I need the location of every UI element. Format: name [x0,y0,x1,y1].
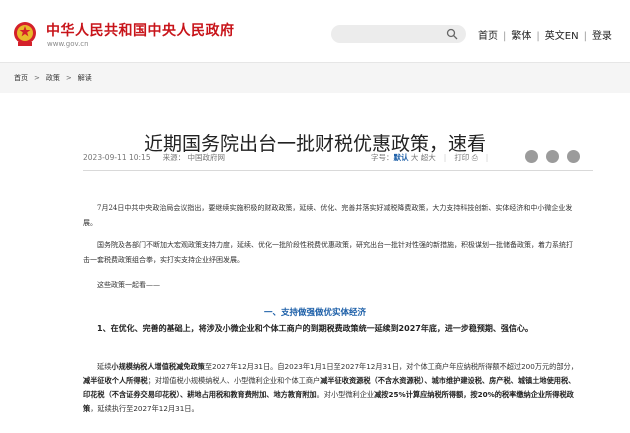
nav-login[interactable]: 登录 [592,31,612,42]
breadcrumb-home[interactable]: 首页 [14,74,28,82]
intro-paragraph-2: 国务院及各部门不断加大宏观政策支持力度，延续、优化一批阶段性税费优惠政策，研究出… [83,241,573,264]
font-size-label: 字号： [371,153,394,162]
print-icon[interactable]: ⎙ [472,153,478,162]
tools-divider: | [443,153,447,162]
nav-traditional[interactable]: 繁体 [511,31,531,42]
print-button[interactable]: 打印 [454,153,469,162]
section-heading: 一、支持做强做优实体经济 [263,308,366,318]
breadcrumb-interpretation[interactable]: 解读 [78,74,92,82]
body-text: 延续 [97,362,112,371]
site-header: 中华人民共和国中央人民政府 www.gov.cn 首页 | 繁体 | 英文EN | 登录 [0,0,630,62]
font-size-xlarge[interactable]: 超大 [421,153,436,162]
body-text: ，延续执行至2027年12月31日。 [90,404,199,413]
search-input[interactable] [331,25,466,43]
intro-paragraph-1: 7月24日中共中央政治局会议指出，要继续实施积极的财政政策，延续、优化、完善并落… [83,204,573,227]
nav-separator: | [583,31,587,42]
chevron-right-icon: > [65,74,72,82]
breadcrumb-bar: 首页 > 政策 > 解读 [0,62,630,93]
policy-body: 延续小规模纳税人增值税减免政策至2027年12月31日。自2023年1月1日至2… [83,360,578,416]
weibo-share-icon[interactable] [525,150,538,163]
font-size-default[interactable]: 默认 [394,153,409,162]
policy-subheading: 1、在优化、完善的基础上，将涉及小微企业和个体工商户的到期税费政策统一延续到20… [97,324,533,333]
body-text: 至2027年12月31日。自2023年1月1日至2027年12月31日，对个体工… [204,362,578,371]
article-tools: 字号：默认 大 超大 | 打印 ⎙ | [371,152,496,163]
font-size-large[interactable]: 大 [411,153,419,162]
article-source: 来源： 中国政府网 [162,153,225,162]
nav-english[interactable]: 英文EN [545,31,579,42]
body-text: 。对小型微利企业 [316,390,375,399]
top-nav: 首页 | 繁体 | 英文EN | 登录 [478,27,612,42]
site-url: www.gov.cn [47,40,89,48]
national-emblem-icon [14,22,36,46]
nav-separator: | [536,31,540,42]
nav-home[interactable]: 首页 [478,31,498,42]
wechat-share-icon[interactable] [546,150,559,163]
meta-divider [83,170,593,171]
search-icon[interactable] [446,28,458,40]
article-meta: 2023-09-11 10:15 来源： 中国政府网 [83,152,225,163]
breadcrumb-policy[interactable]: 政策 [46,74,60,82]
tools-divider: | [485,153,489,162]
chevron-right-icon: > [34,74,40,82]
nav-separator: | [503,31,507,42]
intro-paragraph-3: 这些政策一起看—— [97,281,160,289]
body-emphasis: 小规模纳税人增值税减免政策 [111,362,205,371]
qzone-share-icon[interactable] [567,150,580,163]
body-emphasis: 减半征收个人所得税 [83,376,148,385]
article-date: 2023-09-11 10:15 [83,153,151,162]
body-text: ；对增值税小规模纳税人、小型微利企业和个体工商户 [147,376,321,385]
site-name[interactable]: 中华人民共和国中央人民政府 [46,20,235,40]
breadcrumb: 首页 > 政策 > 解读 [14,73,92,83]
